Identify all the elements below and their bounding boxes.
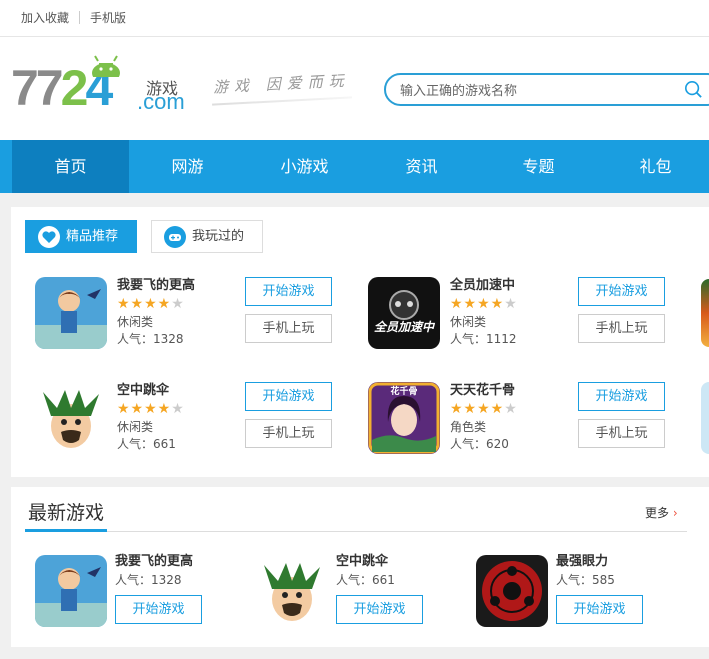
rating-stars: ★★★★★ xyxy=(117,401,185,417)
rating-stars: ★★★★★ xyxy=(117,296,185,312)
divider xyxy=(79,11,80,24)
game-category: 休闲类 xyxy=(117,420,154,434)
chevron-right-icon: › xyxy=(672,506,678,520)
game-thumbnail-skydive[interactable] xyxy=(35,382,107,454)
top-bar: 加入收藏 手机版 xyxy=(0,0,709,37)
slogan: 游戏 因爱而玩 xyxy=(212,71,351,97)
game-thumbnail-huaqiangu[interactable]: 花千骨 xyxy=(368,382,440,454)
list-item: 空中跳伞 人气：661 开始游戏 xyxy=(256,553,476,627)
huaqiangu-thumb-text: 花千骨 xyxy=(390,385,417,397)
start-game-button[interactable]: 开始游戏 xyxy=(245,382,332,411)
game-thumbnail-fly-higher[interactable] xyxy=(35,555,107,627)
header: 7724 游戏 .com 游戏 因爱而玩 xyxy=(0,37,709,140)
gamepad-icon xyxy=(164,226,186,248)
game-name[interactable]: 空中跳伞 xyxy=(117,382,169,400)
nav-mini-games[interactable]: 小游戏 xyxy=(246,140,363,193)
rating-stars: ★★★★★ xyxy=(450,401,518,417)
speed-thumb-text: 全员加速中 xyxy=(374,320,436,334)
slogan-underline xyxy=(212,96,352,106)
nav-gifts[interactable]: 礼包 xyxy=(597,140,709,193)
game-category: 角色类 xyxy=(450,420,487,434)
game-name[interactable]: 我要飞的更高 xyxy=(115,553,193,571)
heart-icon xyxy=(38,226,60,248)
play-on-mobile-button[interactable]: 手机上玩 xyxy=(245,419,332,448)
game-popularity: 人气：661 xyxy=(117,437,176,451)
game-popularity: 人气：1112 xyxy=(450,332,517,346)
game-thumbnail-speed[interactable]: 全员加速中 xyxy=(368,277,440,349)
start-game-button[interactable]: 开始游戏 xyxy=(578,382,665,411)
nav-news[interactable]: 资讯 xyxy=(363,140,480,193)
search-box xyxy=(384,73,709,106)
game-thumbnail-partial[interactable] xyxy=(701,382,709,454)
game-name[interactable]: 天天花千骨 xyxy=(450,382,515,400)
game-popularity: 人气：1328 xyxy=(117,332,184,346)
search-icon[interactable] xyxy=(684,80,702,98)
tab-played[interactable]: 我玩过的 xyxy=(151,220,263,253)
game-category: 休闲类 xyxy=(450,315,487,329)
tab-featured-label: 精品推荐 xyxy=(66,229,119,244)
nav-home[interactable]: 首页 xyxy=(12,140,129,193)
play-on-mobile-button[interactable]: 手机上玩 xyxy=(245,314,332,343)
game-name[interactable]: 全员加速中 xyxy=(450,277,515,295)
section-divider xyxy=(25,531,687,532)
section-title-underline xyxy=(25,529,107,532)
start-game-button[interactable]: 开始游戏 xyxy=(245,277,332,306)
game-category: 休闲类 xyxy=(117,315,154,329)
more-link[interactable]: 更多 › xyxy=(645,504,678,522)
tab-featured[interactable]: 精品推荐 xyxy=(25,220,137,253)
tab-played-label: 我玩过的 xyxy=(192,229,245,244)
game-name[interactable]: 我要飞的更高 xyxy=(117,277,195,295)
game-thumbnail-partial[interactable] xyxy=(701,279,709,347)
nav-topics[interactable]: 专题 xyxy=(480,140,597,193)
game-popularity: 人气：661 xyxy=(336,573,395,587)
game-popularity: 人气：1328 xyxy=(115,573,182,587)
list-item: 我要飞的更高 人气：1328 开始游戏 xyxy=(35,553,255,627)
mobile-version-link[interactable]: 手机版 xyxy=(90,9,126,27)
play-on-mobile-button[interactable]: 手机上玩 xyxy=(578,314,665,343)
nav-online-games[interactable]: 网游 xyxy=(129,140,246,193)
android-mascot-icon xyxy=(92,55,120,77)
game-thumbnail-fly-higher[interactable] xyxy=(35,277,107,349)
game-popularity: 人气：620 xyxy=(450,437,509,451)
section-title: 最新游戏 xyxy=(28,502,105,524)
newest-games-panel: 最新游戏 更多 › 我要飞的更高 人气：1328 开始游戏 空中跳伞 人气：66… xyxy=(11,487,709,647)
start-game-button[interactable]: 开始游戏 xyxy=(336,595,423,624)
start-game-button[interactable]: 开始游戏 xyxy=(578,277,665,306)
list-item: 最强眼力 人气：585 开始游戏 xyxy=(476,553,696,627)
play-on-mobile-button[interactable]: 手机上玩 xyxy=(578,419,665,448)
game-name[interactable]: 最强眼力 xyxy=(556,553,608,571)
search-input[interactable] xyxy=(398,80,672,102)
game-thumbnail-skydive[interactable] xyxy=(256,555,328,627)
main-nav: 首页 网游 小游戏 资讯 专题 礼包 xyxy=(0,140,709,193)
start-game-button[interactable]: 开始游戏 xyxy=(115,595,202,624)
game-thumbnail-sharp-eye[interactable] xyxy=(476,555,548,627)
game-name[interactable]: 空中跳伞 xyxy=(336,553,388,571)
game-popularity: 人气：585 xyxy=(556,573,615,587)
start-game-button[interactable]: 开始游戏 xyxy=(556,595,643,624)
logo-text-com: .com xyxy=(137,89,185,114)
add-bookmark-link[interactable]: 加入收藏 xyxy=(21,9,69,27)
rating-stars: ★★★★★ xyxy=(450,296,518,312)
featured-panel: 精品推荐 我玩过的 我要飞的更高 ★★★★★ 休闲类 人气：1328 开始游戏 … xyxy=(11,207,709,477)
